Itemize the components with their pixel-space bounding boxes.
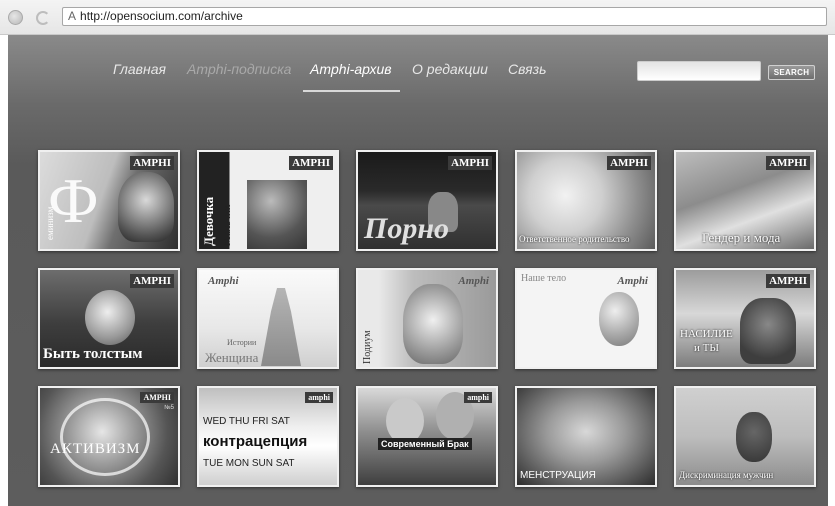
browser-toolbar: Ahttp://opensocium.com/archive [0,0,835,35]
brand-label: Amphi [617,275,648,287]
cover-figure [736,412,772,462]
archive-tile-feminism[interactable]: Ф еминизм AMPHI [38,150,180,251]
cover-title: НАСИЛИЕ [680,328,733,340]
cover-title: АКТИВИЗМ [50,441,141,457]
brand-label: AMPHI [607,156,651,170]
brand-label: Amphi [458,275,489,287]
cover-title: Женщина [205,350,259,365]
cover-title: Ф [48,165,99,236]
cover-title: МЕНСТРУАЦИЯ [520,470,596,481]
archive-tile-modern-marriage[interactable]: Современный Брак amphi [356,386,498,487]
brand-label: AMPHI [448,156,492,170]
archive-tile-women[interactable]: Amphi Истории Женщина [197,268,339,369]
cover-side-text: Мальчик [221,204,233,246]
menu-item-archive[interactable]: Amphi-архив [310,61,392,77]
cover-portrait [118,172,174,242]
archive-tile-girl-boy[interactable]: Девочка Мальчик AMPHI [197,150,339,251]
active-menu-underline [303,90,400,92]
brand-label: Amphi [208,275,239,287]
page-icon: A [68,9,77,23]
cover-side-text: Подиум [362,330,373,364]
cover-title: Наше тело [521,273,567,284]
archive-tile-being-fat[interactable]: Быть толстым AMPHI [38,268,180,369]
archive-tile-teen-age[interactable]: Подиум Amphi [356,268,498,369]
menu-item-about[interactable]: О редакции [412,61,488,77]
cover-title: Быть толстым [43,346,143,362]
cover-title: Ответственное родительство [519,234,630,244]
cover-title: Порно [364,212,449,245]
issue-number: №5 [164,405,174,411]
calendar-days-top: WED THU FRI SAT [203,416,290,427]
cover-figure [85,290,135,345]
cover-apple [599,292,639,346]
brand-label: AMPHI [766,274,810,288]
cover-title: Девочка [201,196,216,246]
menu-item-subscription[interactable]: Amphi-подписка [187,61,291,77]
archive-tile-menstruation[interactable]: МЕНСТРУАЦИЯ [515,386,657,487]
archive-tile-parenting[interactable]: Ответственное родительство AMPHI [515,150,657,251]
menu-item-contact[interactable]: Связь [508,61,546,77]
search-input[interactable] [637,61,761,81]
cover-title: Дискриминация мужчин [679,470,774,480]
archive-tile-contraception[interactable]: WED THU FRI SAT контрацепция TUE MON SUN… [197,386,339,487]
cover-figure [740,298,796,364]
cover-photo [247,180,307,249]
archive-tile-men-discrimination[interactable]: Дискриминация мужчин [674,386,816,487]
brand-label: amphi [464,392,492,403]
address-url: http://opensocium.com/archive [80,9,243,23]
reload-icon[interactable] [36,11,50,25]
brand-label: AMPHI [130,156,174,170]
archive-tile-activism[interactable]: АКТИВИЗМ AMPHI №5 [38,386,180,487]
cover-title: Современный Брак [378,438,472,450]
archive-tile-porno[interactable]: Порно AMPHI [356,150,498,251]
site-page: Главная Amphi-подписка Amphi-архив О ред… [8,35,828,506]
brand-label: AMPHI [130,274,174,288]
cover-portrait [403,284,463,364]
archive-tile-gender-fashion[interactable]: Гендер и мода AMPHI [674,150,816,251]
cover-side-text: еминизм [45,206,55,240]
address-bar[interactable]: Ahttp://opensocium.com/archive [62,7,827,26]
brand-label: AMPHI [140,392,174,403]
brand-label: AMPHI [766,156,810,170]
cover-title: Гендер и мода [702,230,781,245]
calendar-days-bottom: TUE MON SUN SAT [203,458,295,469]
back-icon[interactable] [8,10,23,25]
cover-title-2: и ТЫ [694,342,719,354]
brand-label: AMPHI [289,156,333,170]
cover-circle [60,398,150,476]
cover-title: контрацепция [203,433,308,450]
cover-subtitle: Истории [227,338,257,347]
archive-tile-our-body[interactable]: Наше тело Amphi [515,268,657,369]
search-button[interactable]: SEARCH [768,65,815,80]
archive-tile-violence[interactable]: НАСИЛИЕ и ТЫ AMPHI [674,268,816,369]
brand-label: amphi [305,392,333,403]
menu-item-home[interactable]: Главная [113,61,166,77]
